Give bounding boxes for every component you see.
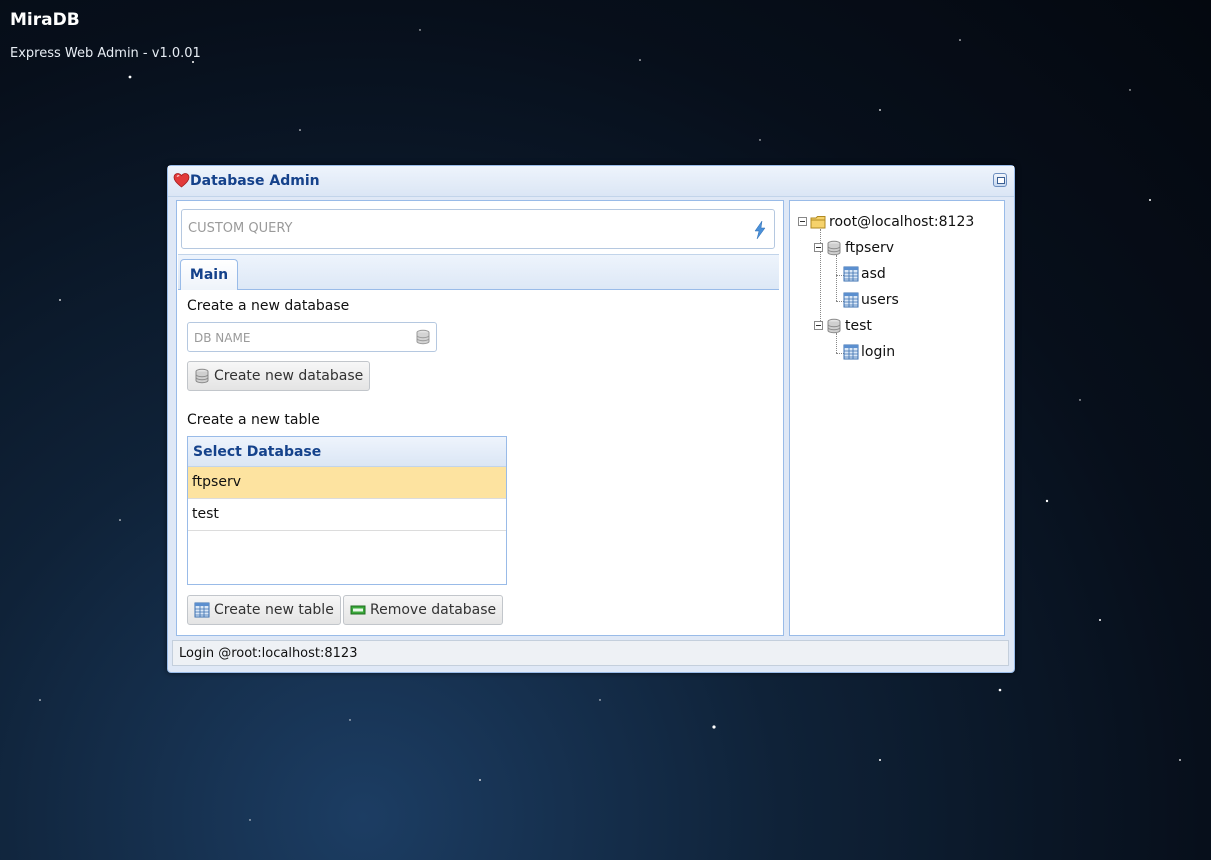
table-icon <box>843 292 859 308</box>
grid-header: Select Database <box>188 437 506 467</box>
tree-table-login[interactable]: login <box>861 344 895 360</box>
tree-connector <box>836 333 837 353</box>
main-panel: Main Create a new database Create new da… <box>176 200 784 636</box>
window-header[interactable]: Database Admin <box>168 166 1014 197</box>
database-tree-panel: root@localhost:8123 ftpserv asd users te… <box>789 200 1005 636</box>
remove-database-button[interactable]: Remove database <box>343 595 504 625</box>
tree-db-test[interactable]: test <box>845 318 872 334</box>
create-database-button[interactable]: Create new database <box>187 361 371 391</box>
collapse-toggle-ftpserv[interactable] <box>814 243 823 252</box>
status-bar: Login @root:localhost:8123 <box>172 640 1009 666</box>
create-table-button[interactable]: Create new table <box>187 595 341 625</box>
db-name-field[interactable] <box>187 322 437 352</box>
lightning-icon[interactable] <box>754 221 766 239</box>
create-table-label-text: Create new table <box>214 602 334 618</box>
remove-icon <box>350 605 366 615</box>
select-database-grid: Select Database ftpserv test <box>187 436 507 585</box>
tree-table-users[interactable]: users <box>861 292 899 308</box>
app-subtitle: Express Web Admin - v1.0.01 <box>10 46 201 61</box>
maximize-button[interactable] <box>993 173 1007 187</box>
table-icon <box>194 602 210 618</box>
remove-database-label-text: Remove database <box>370 602 497 618</box>
collapse-toggle-test[interactable] <box>814 321 823 330</box>
tab-bar: Main <box>178 254 779 290</box>
window-title: Database Admin <box>190 173 320 189</box>
grid-row-ftpserv[interactable]: ftpserv <box>188 467 506 499</box>
custom-query-field[interactable] <box>181 209 775 249</box>
database-icon <box>416 329 430 345</box>
app-title: MiraDB <box>10 10 80 30</box>
db-name-input[interactable] <box>192 330 411 346</box>
tree-connector <box>836 255 837 301</box>
custom-query-input[interactable] <box>186 220 730 237</box>
folder-icon <box>810 216 826 229</box>
heart-logo-icon <box>173 173 190 188</box>
collapse-toggle-root[interactable] <box>798 217 807 226</box>
database-icon <box>827 318 841 334</box>
table-icon <box>843 266 859 282</box>
database-tree: root@localhost:8123 ftpserv asd users te… <box>790 201 1004 635</box>
database-admin-window: Database Admin Main Create a new databas… <box>167 165 1015 673</box>
create-table-label: Create a new table <box>187 412 320 428</box>
create-database-label: Create a new database <box>187 298 350 314</box>
table-icon <box>843 344 859 360</box>
tab-main[interactable]: Main <box>180 259 238 290</box>
tree-db-ftpserv[interactable]: ftpserv <box>845 240 894 256</box>
tree-root-label[interactable]: root@localhost:8123 <box>829 214 974 230</box>
create-database-label-text: Create new database <box>214 368 364 384</box>
grid-row-test[interactable]: test <box>188 499 506 531</box>
database-icon <box>195 368 209 384</box>
tree-table-asd[interactable]: asd <box>861 266 886 282</box>
database-icon <box>827 240 841 256</box>
